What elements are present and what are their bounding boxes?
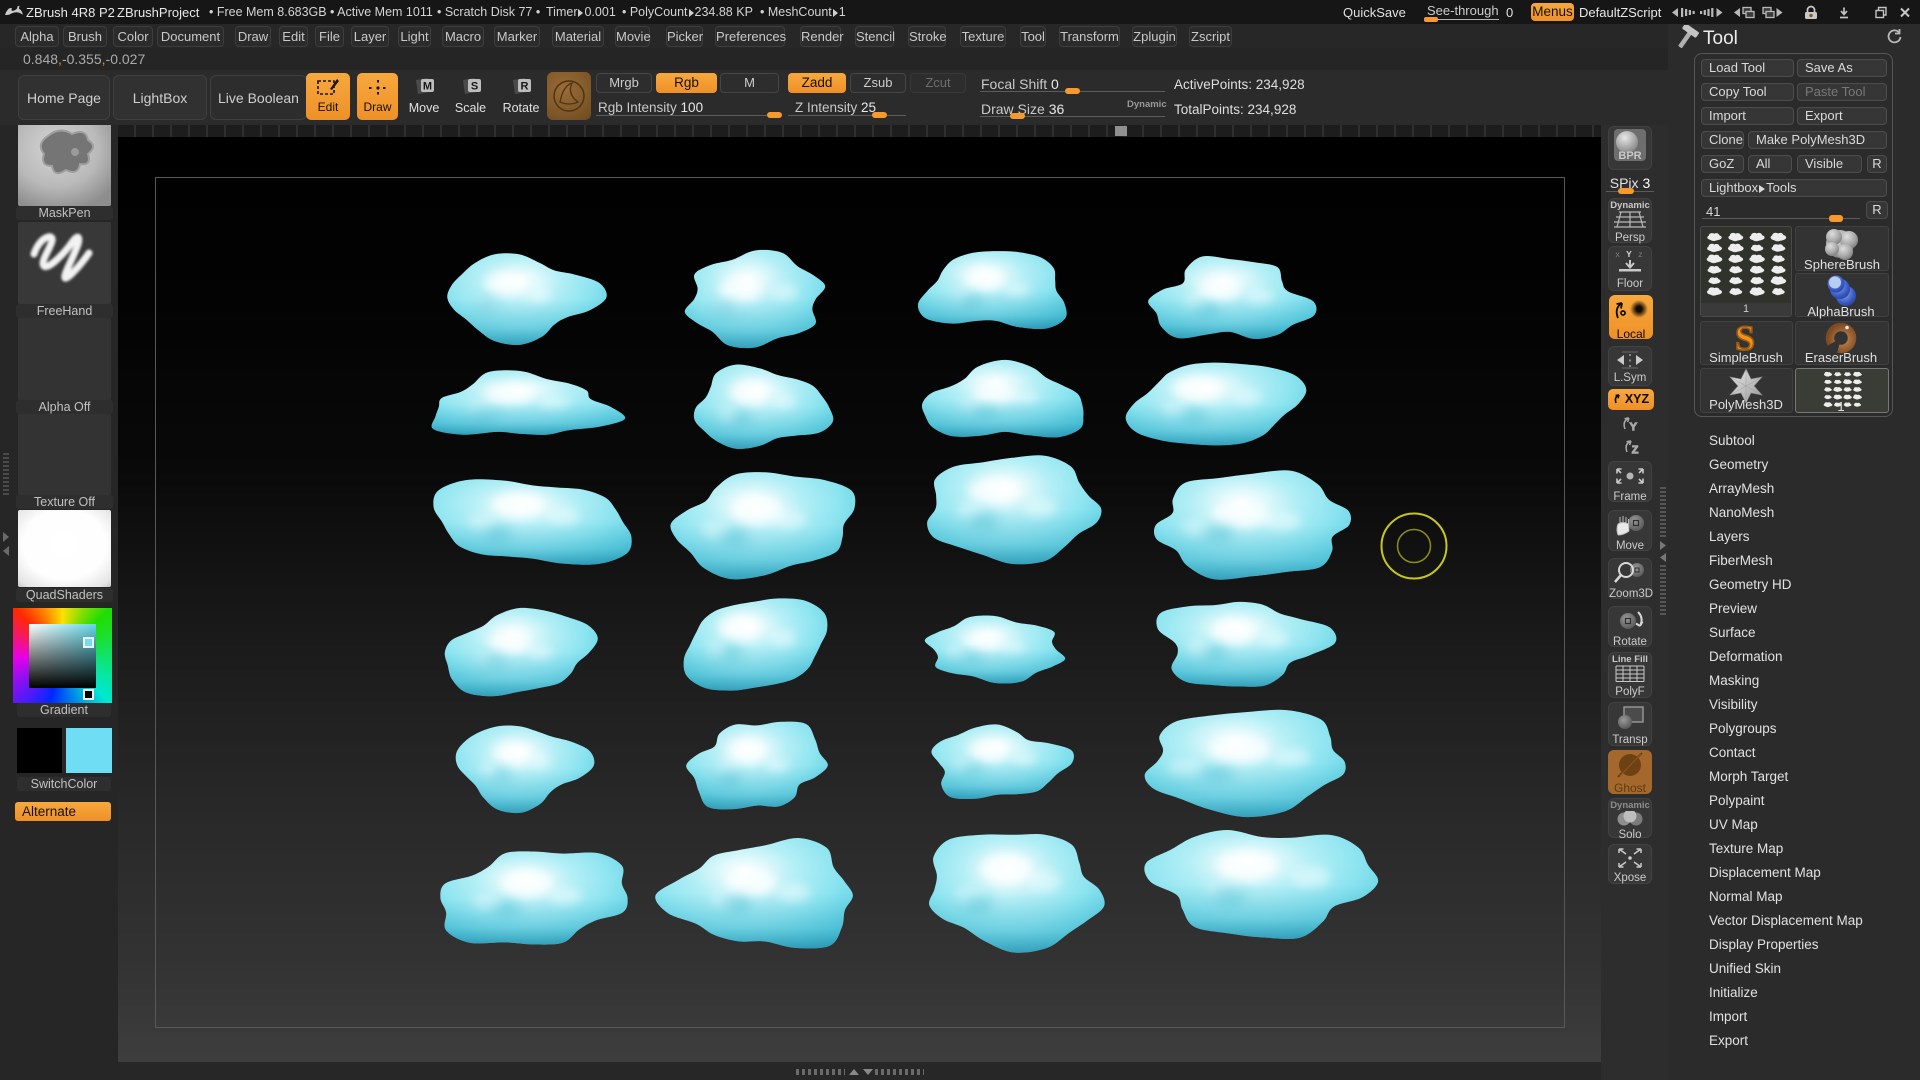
svg-text:M: M (423, 81, 432, 93)
svg-text:S: S (470, 81, 477, 93)
svg-text:Y: Y (1630, 422, 1637, 433)
svg-text:BPR: BPR (1618, 150, 1641, 162)
svg-text:R: R (521, 81, 529, 93)
svg-text:Z: Z (1632, 445, 1638, 456)
